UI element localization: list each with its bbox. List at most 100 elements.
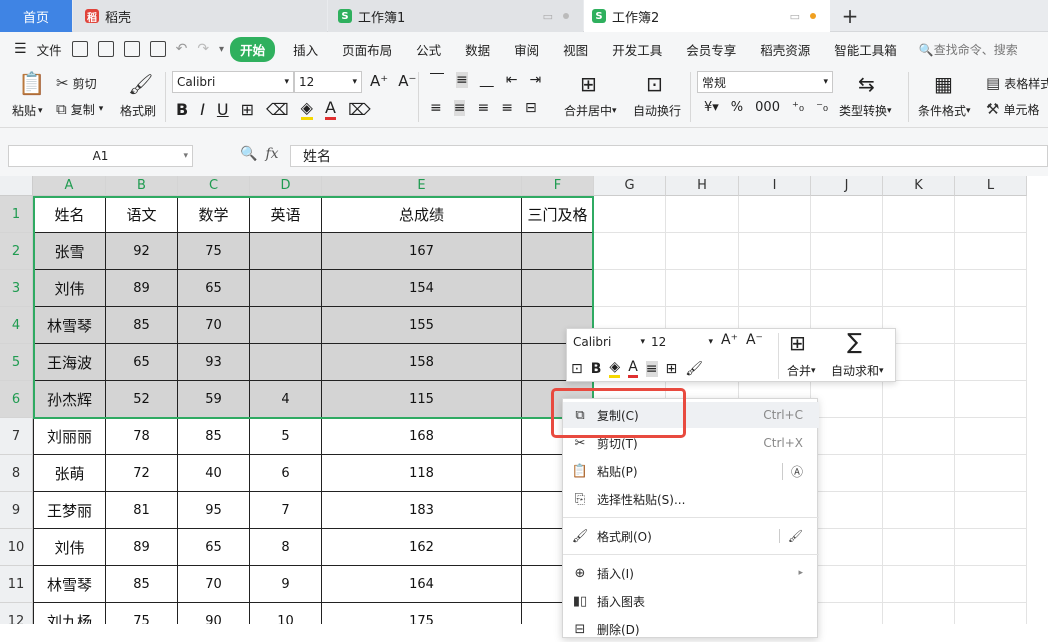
empty-cell[interactable] [666, 270, 739, 307]
ctx-paste-special[interactable]: ⎘ 选择性粘贴(S)... [563, 486, 819, 512]
redo-icon[interactable]: ↷ [197, 41, 209, 57]
zoom-icon[interactable]: 🔍 [240, 146, 257, 162]
type-convert-button[interactable]: 类型转换 ▾ [839, 102, 892, 119]
row-header[interactable]: 11 [0, 566, 33, 603]
table-cell[interactable]: 8 [250, 529, 322, 566]
table-cell[interactable] [250, 307, 322, 344]
brush-icon[interactable]: 🖌 [685, 361, 703, 377]
mini-autosum-button[interactable]: 自动求和 ▾ [831, 362, 884, 379]
align-left-icon[interactable]: ≡ [430, 100, 442, 116]
empty-cell[interactable] [955, 196, 1027, 233]
cell-format-button[interactable]: ⚒ 单元格 [986, 100, 1039, 118]
row-header[interactable]: 4 [0, 307, 33, 344]
hamburger-icon[interactable]: ☰ [14, 41, 27, 57]
justify-icon[interactable]: ≡ [501, 100, 513, 116]
table-cell[interactable]: 168 [322, 418, 522, 455]
convert-icon[interactable]: ⇆ [858, 72, 875, 96]
table-cell[interactable] [250, 233, 322, 270]
empty-cell[interactable] [955, 270, 1027, 307]
menu-data[interactable]: 数据 [453, 40, 502, 59]
tab-daoke[interactable]: 稻 稻壳 [73, 0, 327, 32]
copy-button[interactable]: ⧉ 复制 ▾ [56, 100, 103, 118]
formula-input[interactable]: 姓名 [290, 145, 1048, 167]
table-cell[interactable]: 林雪琴 [33, 307, 106, 344]
fill-color-icon[interactable]: ◈ [609, 359, 621, 378]
ctx-delete[interactable]: ⊟ 删除(D) [563, 616, 819, 642]
italic-icon[interactable]: I [200, 100, 205, 119]
column-header[interactable]: F [522, 176, 594, 196]
row-header[interactable]: 3 [0, 270, 33, 307]
empty-cell[interactable] [883, 603, 955, 624]
border-icon[interactable]: ⊞ [666, 361, 678, 377]
table-cell[interactable]: 65 [178, 270, 250, 307]
font-color-icon[interactable]: A [628, 359, 638, 378]
paste-button[interactable]: 粘贴 ▾ [12, 102, 43, 119]
column-header[interactable]: D [250, 176, 322, 196]
cut-button[interactable]: ✂ 剪切 [56, 74, 97, 92]
column-header[interactable]: E [322, 176, 522, 196]
row-header[interactable]: 1 [0, 196, 33, 233]
table-cell[interactable]: 183 [322, 492, 522, 529]
tab-workbook1[interactable]: S 工作簿1 ▭ [328, 0, 583, 32]
print-preview-icon[interactable] [149, 41, 166, 57]
table-cell[interactable]: 90 [178, 603, 250, 624]
increase-font-icon[interactable]: A⁺ [370, 72, 388, 90]
row-header[interactable]: 2 [0, 233, 33, 270]
align-middle-icon[interactable]: ≡ [456, 72, 468, 88]
new-tab-button[interactable]: + [836, 0, 864, 32]
border-icon[interactable]: ⊞ [241, 100, 254, 119]
menu-view[interactable]: 视图 [551, 40, 600, 59]
empty-cell[interactable] [739, 196, 811, 233]
column-header[interactable]: I [739, 176, 811, 196]
empty-cell[interactable] [811, 418, 883, 455]
table-cell[interactable]: 52 [106, 381, 178, 418]
table-cell[interactable]: 167 [322, 233, 522, 270]
empty-cell[interactable] [955, 233, 1027, 270]
table-cell[interactable]: 孙杰辉 [33, 381, 106, 418]
table-cell[interactable]: 93 [178, 344, 250, 381]
table-cell[interactable]: 6 [250, 455, 322, 492]
tab-home[interactable]: 首页 [0, 0, 72, 32]
table-header-cell[interactable]: 数学 [178, 196, 250, 233]
table-cell[interactable]: 85 [178, 418, 250, 455]
empty-cell[interactable] [739, 270, 811, 307]
decrease-font-icon[interactable]: A⁻ [398, 72, 416, 90]
table-cell[interactable]: 85 [106, 307, 178, 344]
merge-center-button[interactable]: 合并居中 ▾ [564, 102, 617, 119]
eraser-table-icon[interactable]: ⌫ [266, 100, 289, 119]
underline-icon[interactable]: U [217, 100, 229, 119]
table-cell[interactable]: 75 [178, 233, 250, 270]
mini-font-select[interactable]: Calibri ▾ [569, 332, 647, 352]
clear-icon[interactable]: ⌦ [348, 100, 371, 119]
row-header[interactable]: 6 [0, 381, 33, 418]
table-header-cell[interactable]: 姓名 [33, 196, 106, 233]
column-header[interactable]: L [955, 176, 1027, 196]
decrease-font-icon[interactable]: A⁻ [746, 332, 763, 348]
wrap-text-button[interactable]: 自动换行 [633, 102, 681, 119]
fill-color-icon[interactable]: ◈ [300, 98, 313, 120]
mini-size-select[interactable]: 12 ▾ [647, 332, 715, 352]
table-cell[interactable]: 王海波 [33, 344, 106, 381]
empty-cell[interactable] [955, 492, 1027, 529]
undo-icon[interactable]: ↶ [176, 41, 188, 57]
column-header[interactable]: J [811, 176, 883, 196]
menu-home[interactable]: 开始 [230, 36, 276, 62]
select-all-corner[interactable] [0, 176, 33, 196]
empty-cell[interactable] [955, 344, 1027, 381]
empty-cell[interactable] [883, 381, 955, 418]
table-cell[interactable]: 81 [106, 492, 178, 529]
row-header[interactable]: 5 [0, 344, 33, 381]
ctx-format-painter[interactable]: 🖌 格式刷(O) 🖌 [563, 523, 819, 549]
table-cell[interactable]: 175 [322, 603, 522, 624]
bold-icon[interactable]: B [176, 100, 188, 119]
row-header[interactable]: 9 [0, 492, 33, 529]
percent-icon[interactable]: % [731, 100, 743, 115]
empty-cell[interactable] [883, 566, 955, 603]
indent-decrease-icon[interactable]: ⇤ [506, 72, 518, 88]
empty-cell[interactable] [883, 529, 955, 566]
empty-cell[interactable] [811, 603, 883, 624]
paste-text-icon[interactable]: Ⓐ [781, 462, 803, 480]
table-cell[interactable]: 162 [322, 529, 522, 566]
align-top-icon[interactable]: ⎺ [430, 72, 444, 88]
table-cell[interactable]: 40 [178, 455, 250, 492]
